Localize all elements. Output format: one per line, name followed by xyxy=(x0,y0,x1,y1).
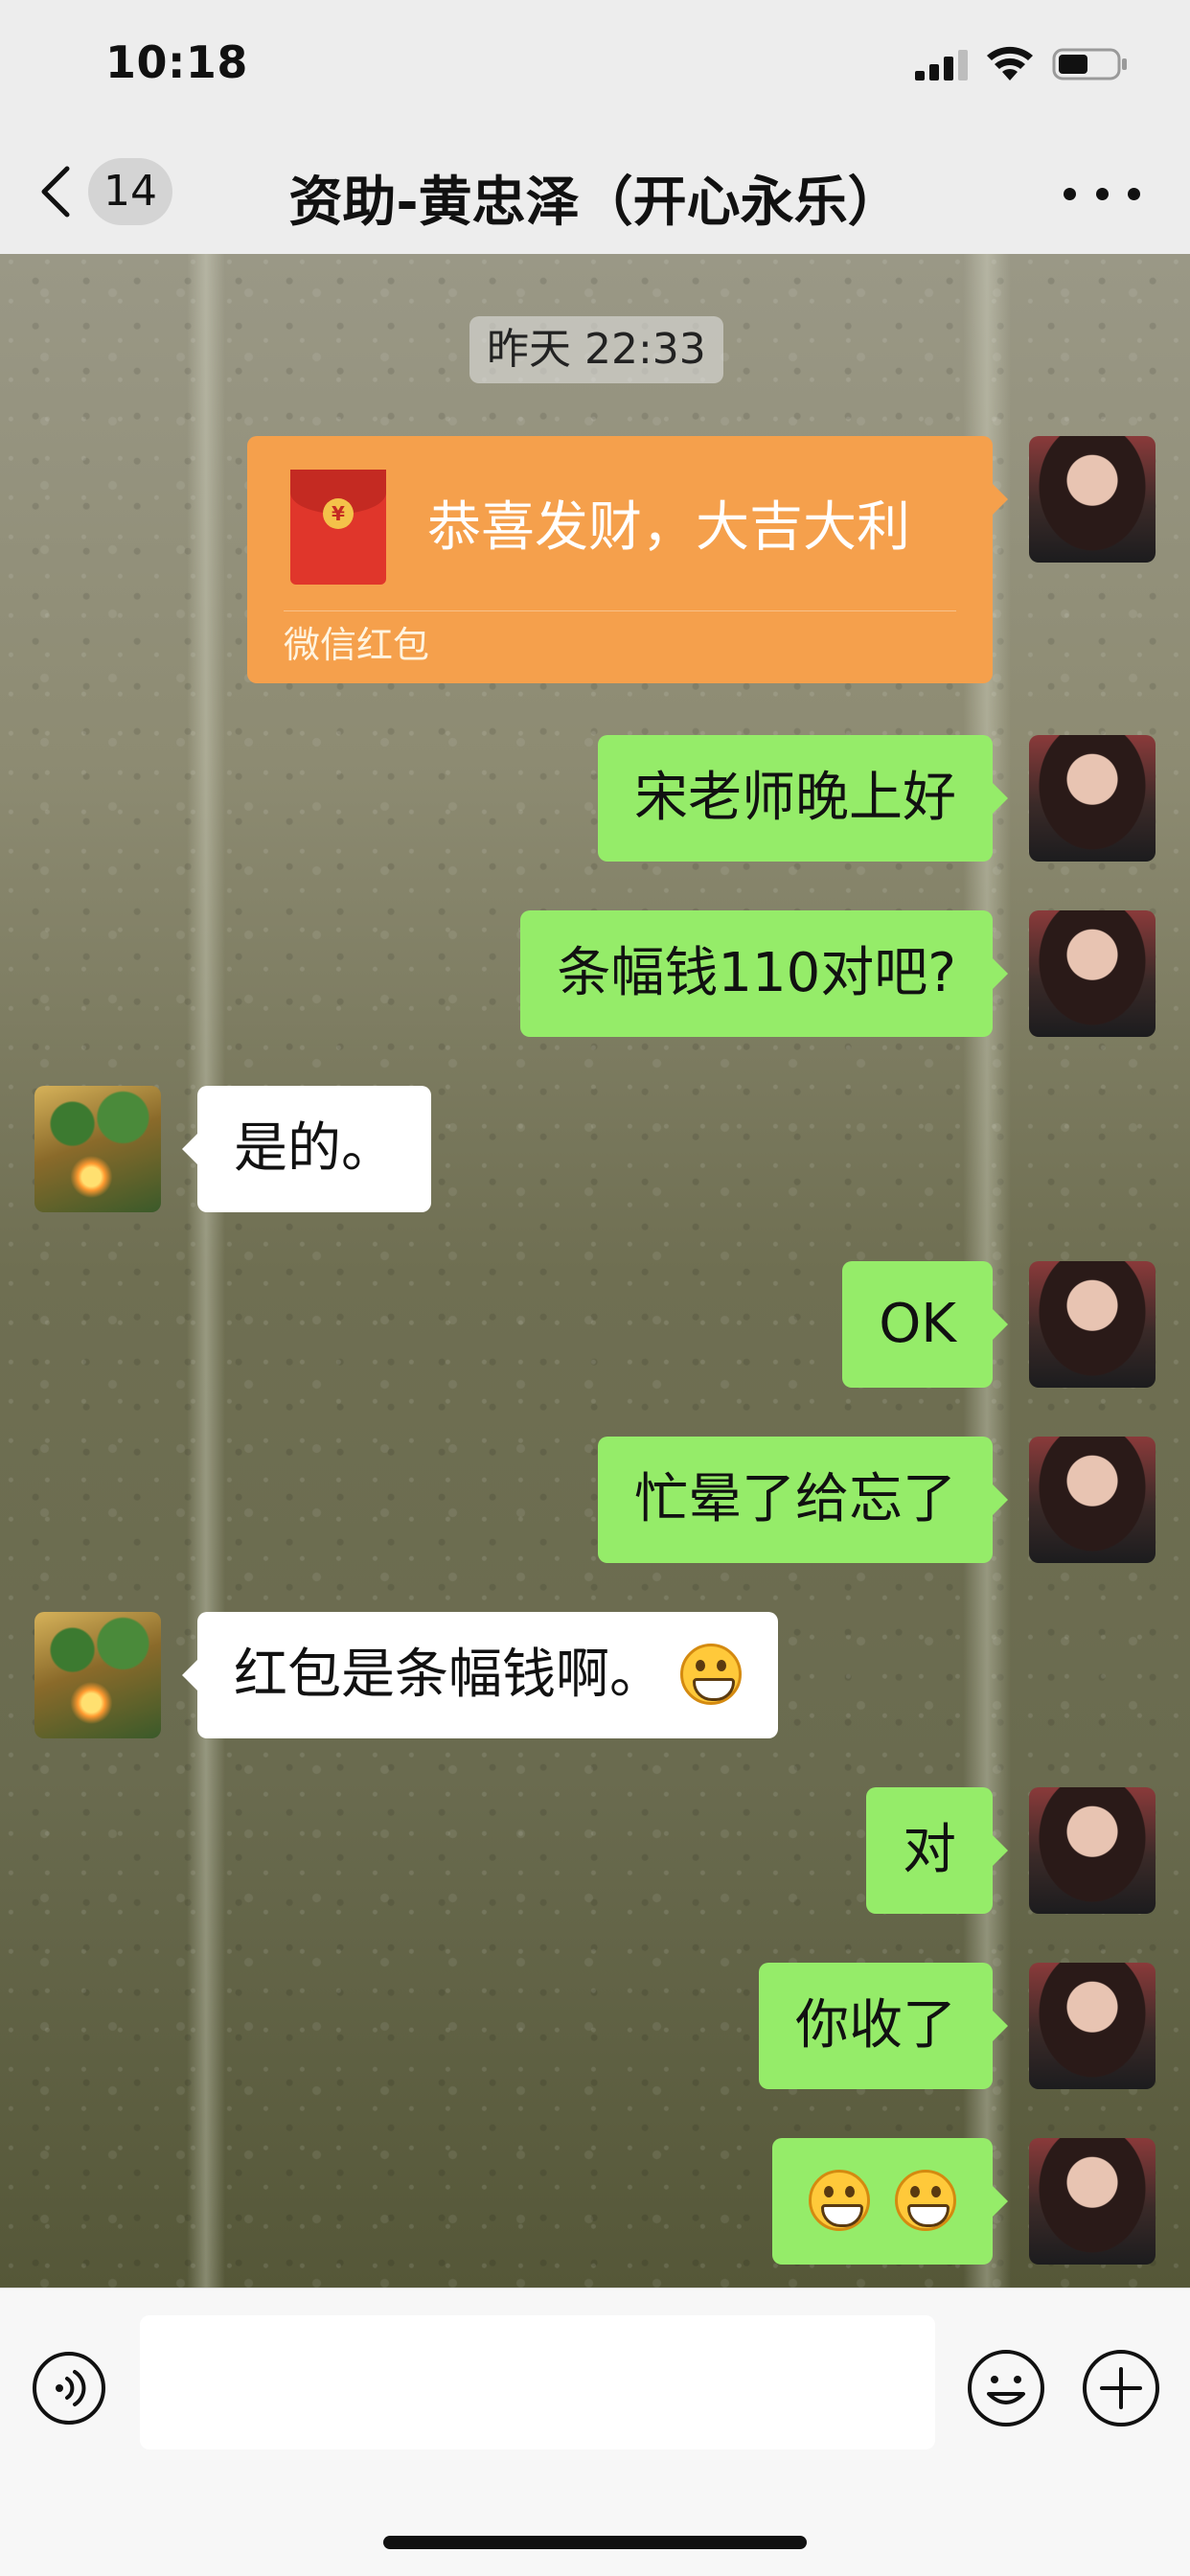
emoji-icon[interactable] xyxy=(966,2348,1046,2428)
contact-avatar[interactable] xyxy=(34,1612,161,1738)
message-bubble-sent[interactable]: 条幅钱110对吧? xyxy=(520,910,1008,1037)
input-bar xyxy=(0,2288,1190,2576)
message-timestamp: 昨天 22:33 xyxy=(469,316,723,383)
my-avatar[interactable] xyxy=(1029,1787,1156,1914)
status-time: 10:18 xyxy=(105,36,248,88)
back-button[interactable]: 14 xyxy=(36,155,190,228)
home-indicator[interactable] xyxy=(383,2536,807,2549)
unread-badge: 14 xyxy=(88,158,172,225)
message-input[interactable] xyxy=(140,2315,935,2450)
voice-icon[interactable] xyxy=(31,2350,107,2426)
message-bubble-sent[interactable]: 宋老师晚上好 xyxy=(598,735,1008,862)
message-bubble-received[interactable]: 是的。 xyxy=(182,1086,431,1212)
grin-emoji-icon xyxy=(679,1643,742,1705)
signal-icon xyxy=(915,50,968,80)
message-bubble-sent[interactable] xyxy=(772,2138,1008,2265)
my-avatar[interactable] xyxy=(1029,1437,1156,1563)
my-avatar[interactable] xyxy=(1029,436,1156,563)
my-avatar[interactable] xyxy=(1029,735,1156,862)
red-packet-title: 恭喜发财，大吉大利 xyxy=(427,496,910,559)
more-button[interactable] xyxy=(1064,172,1140,215)
status-bar: 10:18 xyxy=(0,0,1190,134)
red-packet-label: 微信红包 xyxy=(284,624,430,666)
message-bubble-sent[interactable]: 你收了 xyxy=(759,1963,1008,2089)
message-bubble-sent[interactable]: 忙晕了给忘了 xyxy=(598,1437,1008,1563)
red-packet-icon: ¥ xyxy=(290,470,386,585)
my-avatar[interactable] xyxy=(1029,910,1156,1037)
red-packet-message[interactable]: ¥ 恭喜发财，大吉大利 微信红包 xyxy=(247,436,1008,683)
message-bubble-sent[interactable]: 对 xyxy=(866,1787,1008,1914)
my-avatar[interactable] xyxy=(1029,2138,1156,2265)
my-avatar[interactable] xyxy=(1029,1261,1156,1388)
message-bubble-sent[interactable]: OK xyxy=(842,1261,1008,1388)
nav-bar: 14 资助-黄忠泽（开心永乐） xyxy=(0,134,1190,254)
message-bubble-received[interactable]: 红包是条幅钱啊。 xyxy=(182,1612,778,1738)
my-avatar[interactable] xyxy=(1029,1963,1156,2089)
message-text: 红包是条幅钱啊。 xyxy=(234,1644,663,1706)
plus-icon[interactable] xyxy=(1081,2348,1161,2428)
grin-emoji-icon xyxy=(809,2169,871,2231)
grin-emoji-icon xyxy=(895,2169,956,2231)
background-streak xyxy=(187,254,225,2288)
back-chevron-icon xyxy=(41,166,70,218)
battery-icon xyxy=(1052,48,1127,80)
wifi-icon xyxy=(987,46,1033,80)
contact-avatar[interactable] xyxy=(34,1086,161,1212)
red-packet-divider xyxy=(284,610,956,611)
red-packet-coin: ¥ xyxy=(323,498,354,529)
chat-title: 资助-黄忠泽（开心永乐） xyxy=(288,172,902,234)
chat-area[interactable]: 昨天 22:33 ¥ 恭喜发财，大吉大利 微信红包 宋老师晚上好 条幅钱110对… xyxy=(0,254,1190,2288)
more-icon xyxy=(1064,187,1076,200)
